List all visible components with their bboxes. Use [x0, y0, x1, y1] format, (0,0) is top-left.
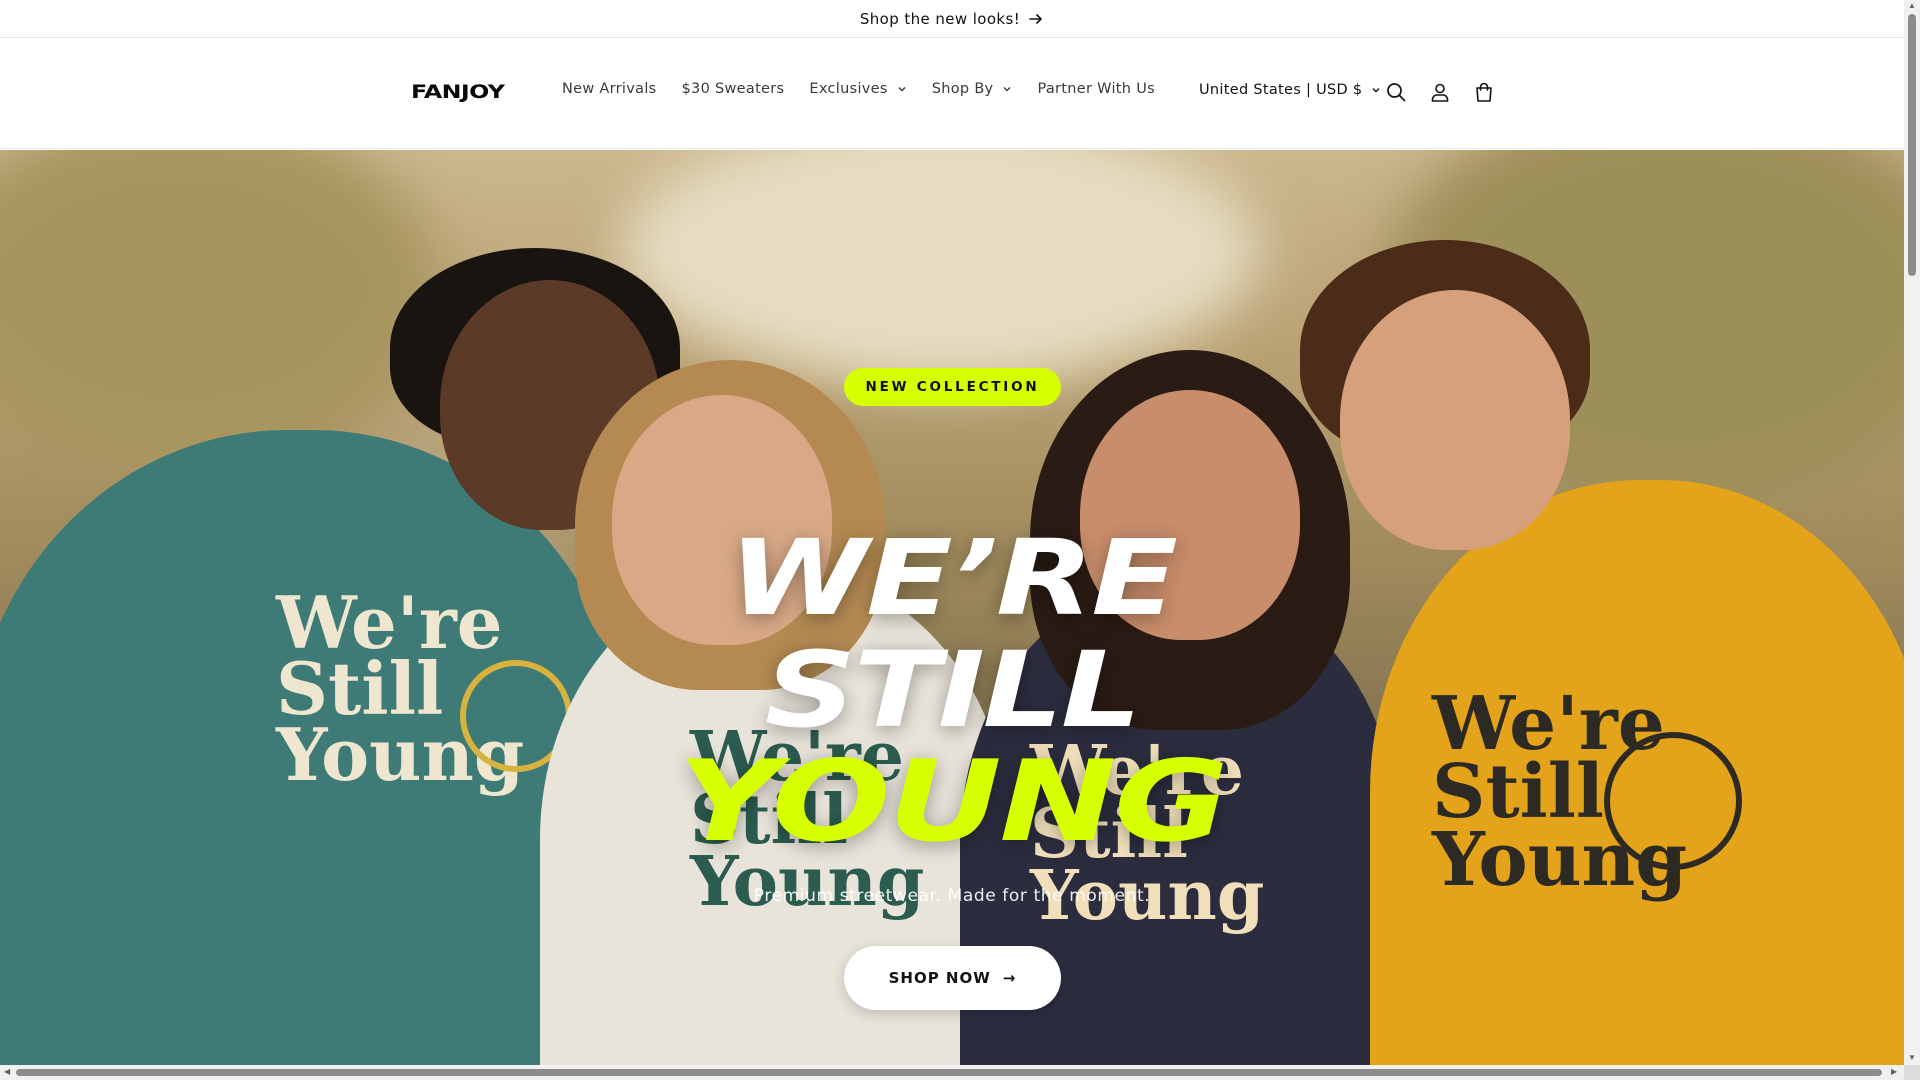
announcement-text: Shop the new looks! [859, 9, 1021, 28]
chevron-down-icon [898, 87, 906, 92]
nav-item-label: Shop By [931, 81, 994, 97]
cart-icon [1476, 82, 1492, 102]
nav-item-label: New Arrivals [562, 81, 657, 97]
vertical-scrollbar-thumb[interactable] [1908, 14, 1916, 276]
scroll-right-arrow-icon[interactable]: ▶ [1891, 1068, 1897, 1076]
nav-item-new-arrivals[interactable]: New Arrivals [562, 81, 657, 97]
announcement-link[interactable]: Shop the new looks! [860, 10, 1044, 28]
scroll-left-arrow-icon[interactable]: ◀ [4, 1068, 10, 1076]
search-icon [1387, 83, 1406, 102]
hero-subtitle: Premium streetwear. Made for the moment. [753, 886, 1151, 906]
chevron-down-icon [1372, 88, 1380, 93]
shop-now-button[interactable]: SHOP NOW → [844, 946, 1061, 1010]
horizontal-scrollbar-thumb[interactable] [16, 1069, 1882, 1076]
vertical-scrollbar[interactable]: ▲ ▼ [1904, 0, 1920, 1065]
scrollbar-corner [1904, 1065, 1920, 1080]
fanjoy-logo[interactable]: FANJOY [411, 81, 505, 103]
scroll-up-arrow-icon[interactable]: ▲ [1908, 2, 1916, 10]
chevron-down-icon [1003, 87, 1011, 92]
account-button[interactable] [1427, 79, 1453, 105]
cart-button[interactable] [1471, 79, 1497, 105]
nav-item-label: $30 Sweaters [681, 81, 785, 97]
locale-label: United States | USD $ [1199, 82, 1363, 98]
hero-headline-line-2: STILL [764, 629, 1142, 751]
arrow-right-icon: → [1002, 969, 1017, 987]
announcement-bar: Shop the new looks! [0, 0, 1904, 38]
shop-now-label: SHOP NOW [888, 969, 991, 987]
search-button[interactable] [1383, 79, 1409, 105]
hero-headline-line-1: WE’RE [728, 517, 1177, 639]
hero-headline-line-3: YOUNG [677, 737, 1229, 867]
new-collection-badge: NEW COLLECTION [844, 368, 1061, 406]
background-sky [620, 150, 1260, 380]
hero-banner: We're Still Young We're Still Young We'r… [0, 150, 1904, 1065]
site-header: FANJOY New Arrivals $30 Sweaters Exclusi… [0, 39, 1904, 149]
model-face [1340, 290, 1570, 550]
account-icon [1431, 83, 1449, 102]
nav-item-label: Exclusives [809, 81, 888, 97]
nav-item-label: Partner With Us [1037, 81, 1155, 97]
nav-item-exclusives[interactable]: Exclusives [809, 81, 906, 97]
country-currency-selector[interactable]: United States | USD $ [1199, 82, 1381, 98]
background-foliage [0, 150, 440, 470]
nav-item-partner-with-us[interactable]: Partner With Us [1037, 81, 1155, 97]
main-nav: New Arrivals $30 Sweaters Exclusives Sho… [562, 81, 1180, 97]
nav-item-shop-by[interactable]: Shop By [932, 81, 1013, 97]
nav-item-30-sweaters[interactable]: $30 Sweaters [682, 81, 785, 97]
horizontal-scrollbar[interactable]: ◀ ▶ [0, 1065, 1904, 1080]
arrow-right-icon [1029, 13, 1042, 24]
scroll-down-arrow-icon[interactable]: ▼ [1908, 1054, 1916, 1062]
